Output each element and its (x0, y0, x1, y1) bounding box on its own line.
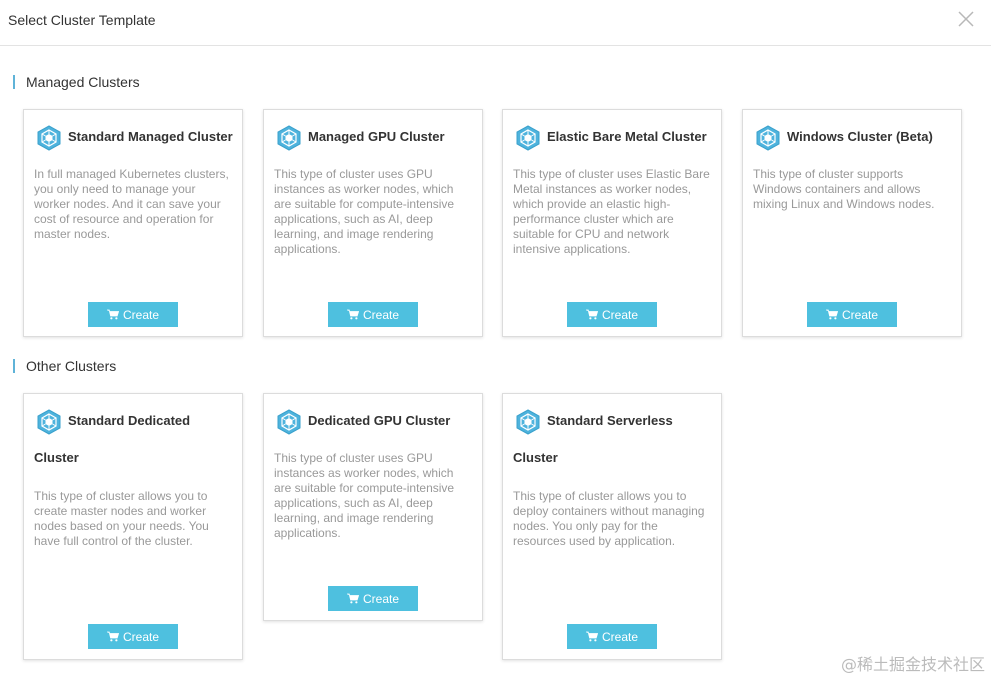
card-standard-dedicated-cluster: Standard Dedicated Cluster This type of … (23, 393, 243, 660)
create-button-dedicated-gpu[interactable]: Create (328, 586, 418, 611)
cart-icon (347, 309, 359, 320)
create-button-standard-serverless[interactable]: Create (567, 624, 657, 649)
section-title-other: Other Clusters (13, 359, 116, 373)
card-description: This type of cluster allows you to deplo… (513, 489, 705, 548)
create-button-managed-gpu[interactable]: Create (328, 302, 418, 327)
card-name-line2: Cluster (513, 450, 558, 465)
cart-icon (586, 309, 598, 320)
card-name: Standard Dedicated (68, 413, 191, 428)
cart-icon (107, 309, 119, 320)
card-description: This type of cluster uses GPU instances … (274, 451, 455, 540)
card-standard-managed-cluster: Standard Managed Cluster In full managed… (23, 109, 243, 337)
card-name: Standard Serverless (547, 413, 673, 428)
dialog-title: Select Cluster Template (8, 12, 156, 28)
card-description: This type of cluster uses Elastic Bare M… (513, 167, 710, 256)
cluster-hexagon-icon (516, 409, 540, 435)
close-icon[interactable] (957, 10, 975, 28)
create-button-label: Create (122, 629, 160, 644)
card-name: Elastic Bare Metal Cluster (547, 129, 707, 144)
create-button-elastic-bare-metal[interactable]: Create (567, 302, 657, 327)
card-description: This type of cluster supports Windows co… (753, 167, 935, 211)
section-title-managed-label: Managed Clusters (26, 74, 140, 90)
cluster-hexagon-icon (37, 409, 61, 435)
create-button-label: Create (362, 307, 400, 322)
create-button-label: Create (362, 591, 400, 606)
cart-icon (107, 631, 119, 642)
create-button-label: Create (601, 629, 639, 644)
card-description: This type of cluster allows you to creat… (34, 489, 209, 548)
card-name: Dedicated GPU Cluster (308, 413, 451, 428)
section-title-managed: Managed Clusters (13, 75, 140, 89)
cluster-hexagon-icon (516, 125, 540, 151)
create-button-label: Create (122, 307, 160, 322)
card-name: Windows Cluster (Beta) (787, 129, 933, 144)
cart-icon (586, 631, 598, 642)
cluster-hexagon-icon (277, 125, 301, 151)
card-description: In full managed Kubernetes clusters, you… (34, 167, 229, 241)
card-name: Managed GPU Cluster (308, 129, 445, 144)
watermark: @稀土掘金技术社区 (840, 655, 985, 674)
cluster-hexagon-icon (756, 125, 780, 151)
card-elastic-bare-metal-cluster: Elastic Bare Metal Cluster This type of … (502, 109, 722, 337)
card-standard-serverless-cluster: Standard Serverless Cluster This type of… (502, 393, 722, 660)
card-name: Standard Managed Cluster (68, 129, 233, 144)
cluster-hexagon-icon (277, 409, 301, 435)
create-button-label: Create (601, 307, 639, 322)
card-name-line2: Cluster (34, 450, 79, 465)
card-dedicated-gpu-cluster: Dedicated GPU Cluster This type of clust… (263, 393, 483, 621)
create-button-standard-dedicated[interactable]: Create (88, 624, 178, 649)
dialog-header: Select Cluster Template (0, 0, 991, 46)
section-title-other-label: Other Clusters (26, 358, 117, 374)
cluster-hexagon-icon (37, 125, 61, 151)
create-button-standard-managed[interactable]: Create (88, 302, 178, 327)
card-description: This type of cluster uses GPU instances … (274, 167, 455, 256)
create-button-label: Create (841, 307, 879, 322)
card-windows-cluster: Windows Cluster (Beta) This type of clus… (742, 109, 962, 337)
cart-icon (347, 593, 359, 604)
cart-icon (826, 309, 838, 320)
card-managed-gpu-cluster: Managed GPU Cluster This type of cluster… (263, 109, 483, 337)
create-button-windows[interactable]: Create (807, 302, 897, 327)
